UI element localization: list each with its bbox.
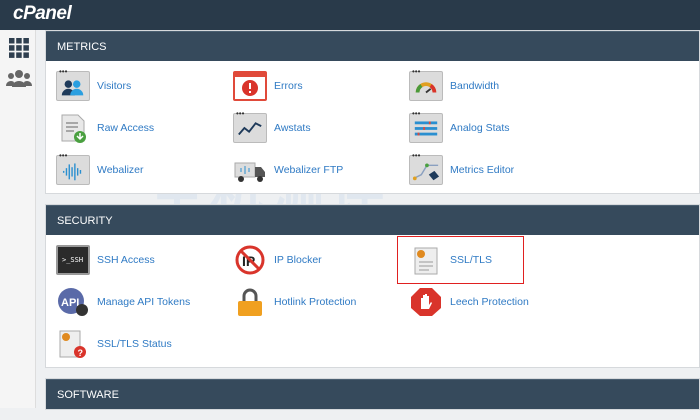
lock-icon [233, 287, 267, 317]
webalizer-ftp-icon [233, 155, 267, 185]
item-label: Errors [274, 80, 303, 92]
users-icon[interactable] [6, 68, 32, 90]
bandwidth-link[interactable]: Bandwidth [409, 67, 609, 103]
bandwidth-icon [409, 67, 443, 101]
section-title: SOFTWARE [46, 379, 699, 409]
software-section: SOFTWARE [45, 378, 700, 410]
awstats-icon [233, 109, 267, 143]
item-label: Hotlink Protection [274, 296, 357, 308]
item-label: SSH Access [97, 254, 155, 266]
grid-icon[interactable] [8, 37, 30, 59]
stop-hand-icon [409, 287, 443, 317]
ip-blocker-link[interactable]: IP IP Blocker [233, 243, 409, 277]
ssl-tls-status-link[interactable]: ? SSL/TLS Status [56, 327, 233, 361]
item-label: Awstats [274, 122, 311, 134]
svg-text:API: API [61, 297, 79, 309]
visitors-link[interactable]: Visitors [56, 67, 233, 103]
raw-access-link[interactable]: Raw Access [56, 111, 233, 145]
manage-api-tokens-link[interactable]: API Manage API Tokens [56, 285, 233, 319]
item-label: Visitors [97, 80, 132, 92]
webalizer-link[interactable]: Webalizer [56, 151, 233, 187]
item-label: SSL/TLS Status [97, 338, 172, 350]
metrics-section: METRICS Visitors Errors Bandwidth Raw Ac… [45, 30, 700, 194]
ssl-status-icon: ? [56, 329, 90, 359]
awstats-link[interactable]: Awstats [233, 109, 409, 145]
raw-access-icon [56, 113, 90, 143]
metrics-editor-icon [409, 151, 443, 185]
webalizer-ftp-link[interactable]: Webalizer FTP [233, 153, 409, 187]
svg-text:?: ? [78, 348, 84, 358]
hotlink-protection-link[interactable]: Hotlink Protection [233, 285, 409, 319]
item-label: Webalizer FTP [274, 164, 344, 176]
item-label: Raw Access [97, 122, 155, 134]
top-bar: cPanel [0, 0, 700, 30]
errors-icon [233, 71, 267, 101]
item-label: Bandwidth [450, 80, 500, 92]
visitors-icon [56, 67, 90, 101]
section-title: SECURITY [46, 205, 699, 235]
item-label: Metrics Editor [450, 164, 515, 176]
security-section: SECURITY >_SSH SSH Access IP IP Blocker SS… [45, 204, 700, 368]
api-icon: API [56, 287, 90, 317]
webalizer-icon [56, 151, 90, 185]
highlight-box [397, 236, 524, 284]
metrics-editor-link[interactable]: Metrics Editor [409, 151, 609, 187]
item-label: Leech Protection [450, 296, 529, 308]
item-label: Analog Stats [450, 122, 510, 134]
sidebar [0, 30, 36, 408]
analog-stats-link[interactable]: Analog Stats [409, 109, 609, 145]
leech-protection-link[interactable]: Leech Protection [409, 285, 609, 319]
ssh-icon: >_SSH [56, 245, 90, 275]
ssh-access-link[interactable]: >_SSH SSH Access [56, 243, 233, 277]
main-content: METRICS Visitors Errors Bandwidth Raw Ac… [45, 30, 700, 420]
ip-blocker-icon: IP [233, 245, 267, 275]
cpanel-logo[interactable]: cPanel [13, 3, 72, 25]
item-label: Manage API Tokens [97, 296, 191, 308]
item-label: Webalizer [97, 164, 144, 176]
item-label: IP Blocker [274, 254, 322, 266]
analog-stats-icon [409, 109, 443, 143]
section-title: METRICS [46, 31, 699, 61]
errors-link[interactable]: Errors [233, 69, 409, 103]
